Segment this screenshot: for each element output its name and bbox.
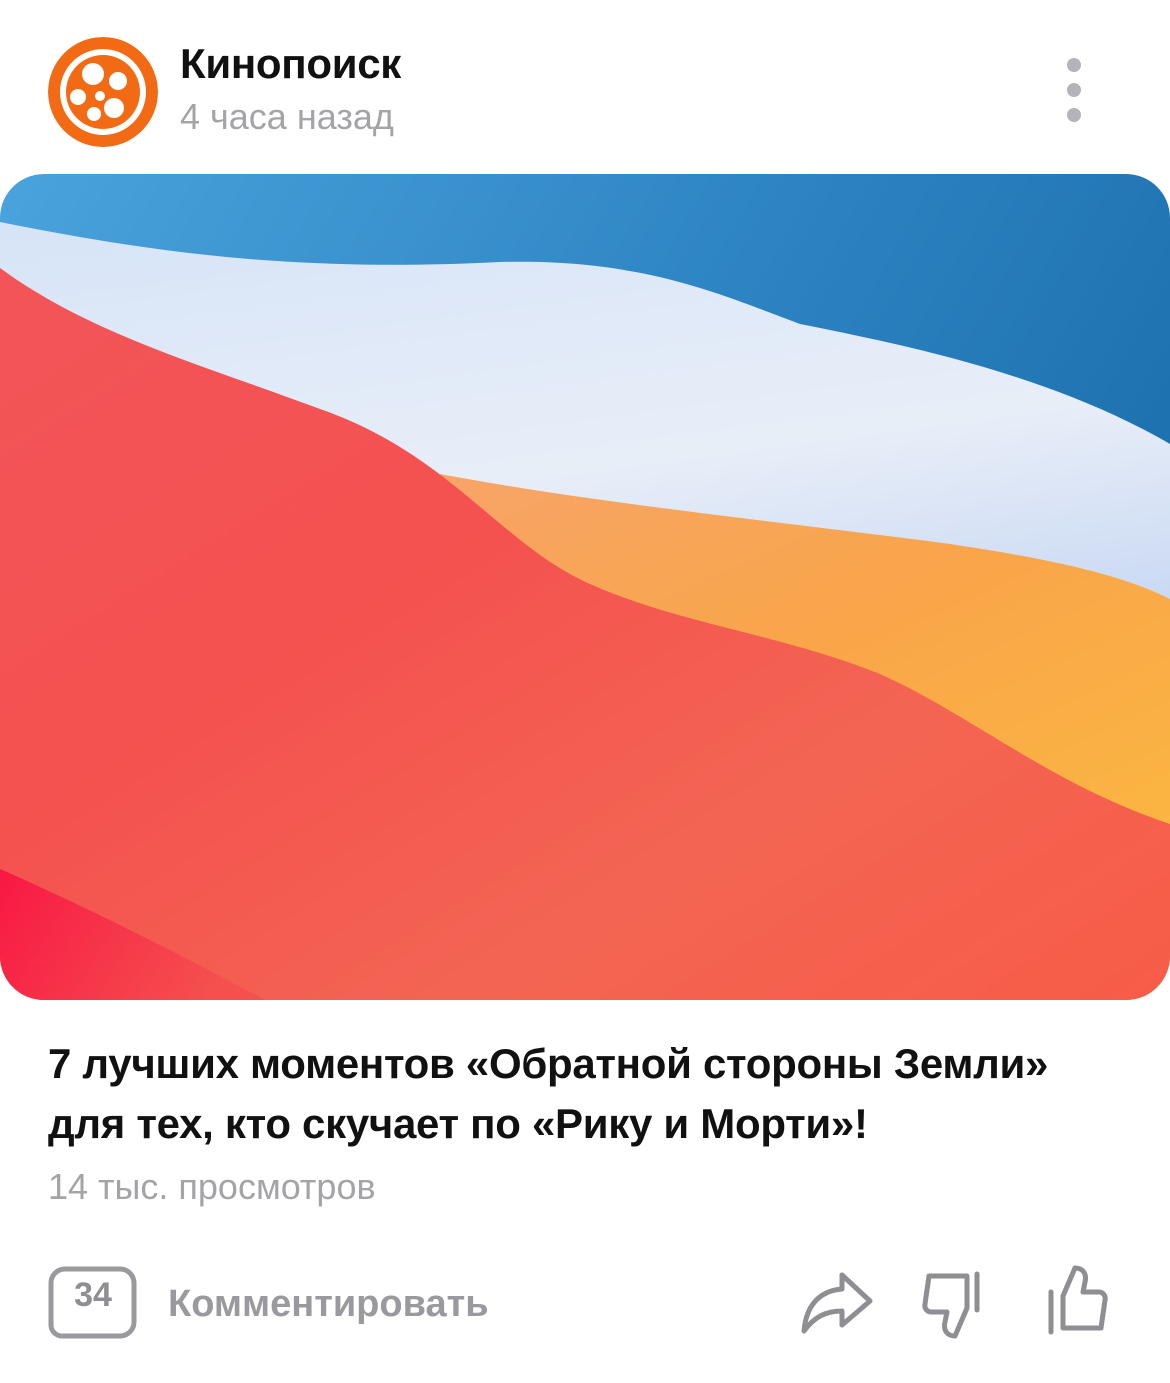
kinopoisk-logo-icon[interactable] [48,37,158,147]
article-title[interactable]: 7 лучших моментов «Обратной стороны Земл… [48,1034,1128,1154]
dislike-button[interactable] [912,1260,996,1344]
post-header: Кинопоиск 4 часа назад [0,0,1170,170]
thumbs-down-icon [922,1271,980,1339]
share-button[interactable] [794,1260,878,1344]
view-count: 14 тыс. просмотров [48,1166,376,1207]
post-time: 4 часа назад [180,96,394,137]
article-cover-image[interactable] [0,174,1170,1000]
comment-count: 34 [74,1276,112,1314]
comment-label: Комментировать [168,1282,489,1325]
thumbs-up-icon [1048,1265,1108,1335]
channel-name[interactable]: Кинопоиск [180,40,401,88]
more-options-button[interactable] [1052,52,1096,128]
comment-button[interactable]: 34 Комментировать [48,1264,489,1344]
comment-bubble-icon: 34 [48,1266,138,1342]
like-button[interactable] [1032,1260,1116,1344]
post-actions-bar: 34 Комментировать [0,1250,1170,1360]
share-arrow-icon [801,1272,873,1334]
more-vertical-icon [1067,58,1081,72]
